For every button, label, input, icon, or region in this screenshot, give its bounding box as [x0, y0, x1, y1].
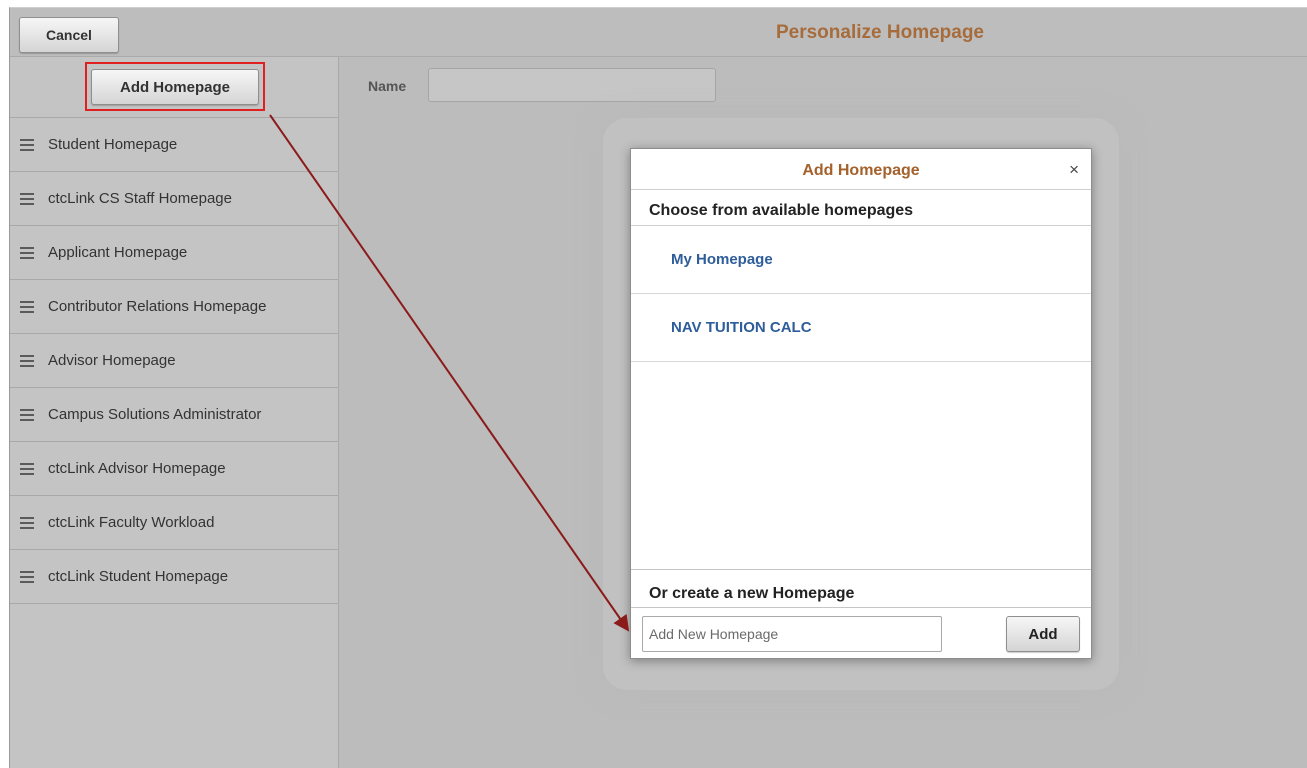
sidebar-item-label: ctcLink Advisor Homepage — [48, 460, 226, 477]
sidebar-item-label: ctcLink CS Staff Homepage — [48, 190, 232, 207]
create-new-label: Or create a new Homepage — [649, 585, 855, 602]
cancel-button[interactable]: Cancel — [19, 17, 119, 53]
available-homepage-my-homepage[interactable]: My Homepage — [631, 226, 1091, 294]
add-homepage-button[interactable]: Add Homepage — [91, 69, 259, 105]
sidebar-item[interactable]: ctcLink Faculty Workload — [10, 496, 338, 550]
dialog-title: Add Homepage — [802, 162, 920, 179]
sidebar-item[interactable]: Applicant Homepage — [10, 226, 338, 280]
name-label: Name — [368, 78, 407, 94]
new-homepage-input[interactable] — [642, 616, 942, 652]
sidebar-item-label: Advisor Homepage — [48, 352, 176, 369]
sidebar-item[interactable]: ctcLink Student Homepage — [10, 550, 338, 604]
sidebar-item[interactable]: Campus Solutions Administrator — [10, 388, 338, 442]
sidebar-item-label: Applicant Homepage — [48, 244, 188, 261]
hamburger-icon[interactable] — [20, 408, 34, 421]
hamburger-icon[interactable] — [20, 516, 34, 529]
sidebar-item-label: Student Homepage — [48, 136, 178, 153]
sidebar-item-label: ctcLink Student Homepage — [48, 568, 229, 585]
sidebar-item[interactable]: Contributor Relations Homepage — [10, 280, 338, 334]
divider — [631, 189, 1091, 190]
sidebar-item[interactable]: ctcLink Advisor Homepage — [10, 442, 338, 496]
sidebar-item[interactable]: Student Homepage — [10, 118, 338, 172]
page-title: Personalize Homepage — [775, 22, 985, 43]
available-homepage-nav-tuition-calc[interactable]: NAV TUITION CALC — [631, 294, 1091, 362]
hamburger-icon[interactable] — [20, 300, 34, 313]
name-input[interactable] — [428, 68, 716, 102]
homepage-sidebar: Add Homepage Student Homepage ctcLink CS … — [10, 57, 339, 768]
sidebar-item-label: Campus Solutions Administrator — [48, 406, 262, 423]
hamburger-icon[interactable] — [20, 246, 34, 259]
hamburger-icon[interactable] — [20, 354, 34, 367]
sidebar-item-label: ctcLink Faculty Workload — [48, 514, 215, 531]
hamburger-icon[interactable] — [20, 570, 34, 583]
sidebar-toolbar: Add Homepage — [10, 57, 338, 118]
hamburger-icon[interactable] — [20, 138, 34, 151]
hamburger-icon[interactable] — [20, 462, 34, 475]
sidebar-item[interactable]: ctcLink CS Staff Homepage — [10, 172, 338, 226]
sidebar-item-label: Contributor Relations Homepage — [48, 298, 267, 315]
divider — [631, 607, 1091, 608]
add-homepage-dialog: Add Homepage × Choose from available hom… — [630, 148, 1092, 659]
add-button[interactable]: Add — [1006, 616, 1080, 652]
sidebar-item[interactable]: Advisor Homepage — [10, 334, 338, 388]
hamburger-icon[interactable] — [20, 192, 34, 205]
homepage-list: Student Homepage ctcLink CS Staff Homepag… — [10, 118, 338, 604]
choose-available-label: Choose from available homepages — [649, 202, 914, 219]
close-icon[interactable]: × — [1069, 160, 1079, 180]
divider — [631, 569, 1091, 570]
page-header: Cancel Personalize Homepage — [10, 8, 1307, 57]
